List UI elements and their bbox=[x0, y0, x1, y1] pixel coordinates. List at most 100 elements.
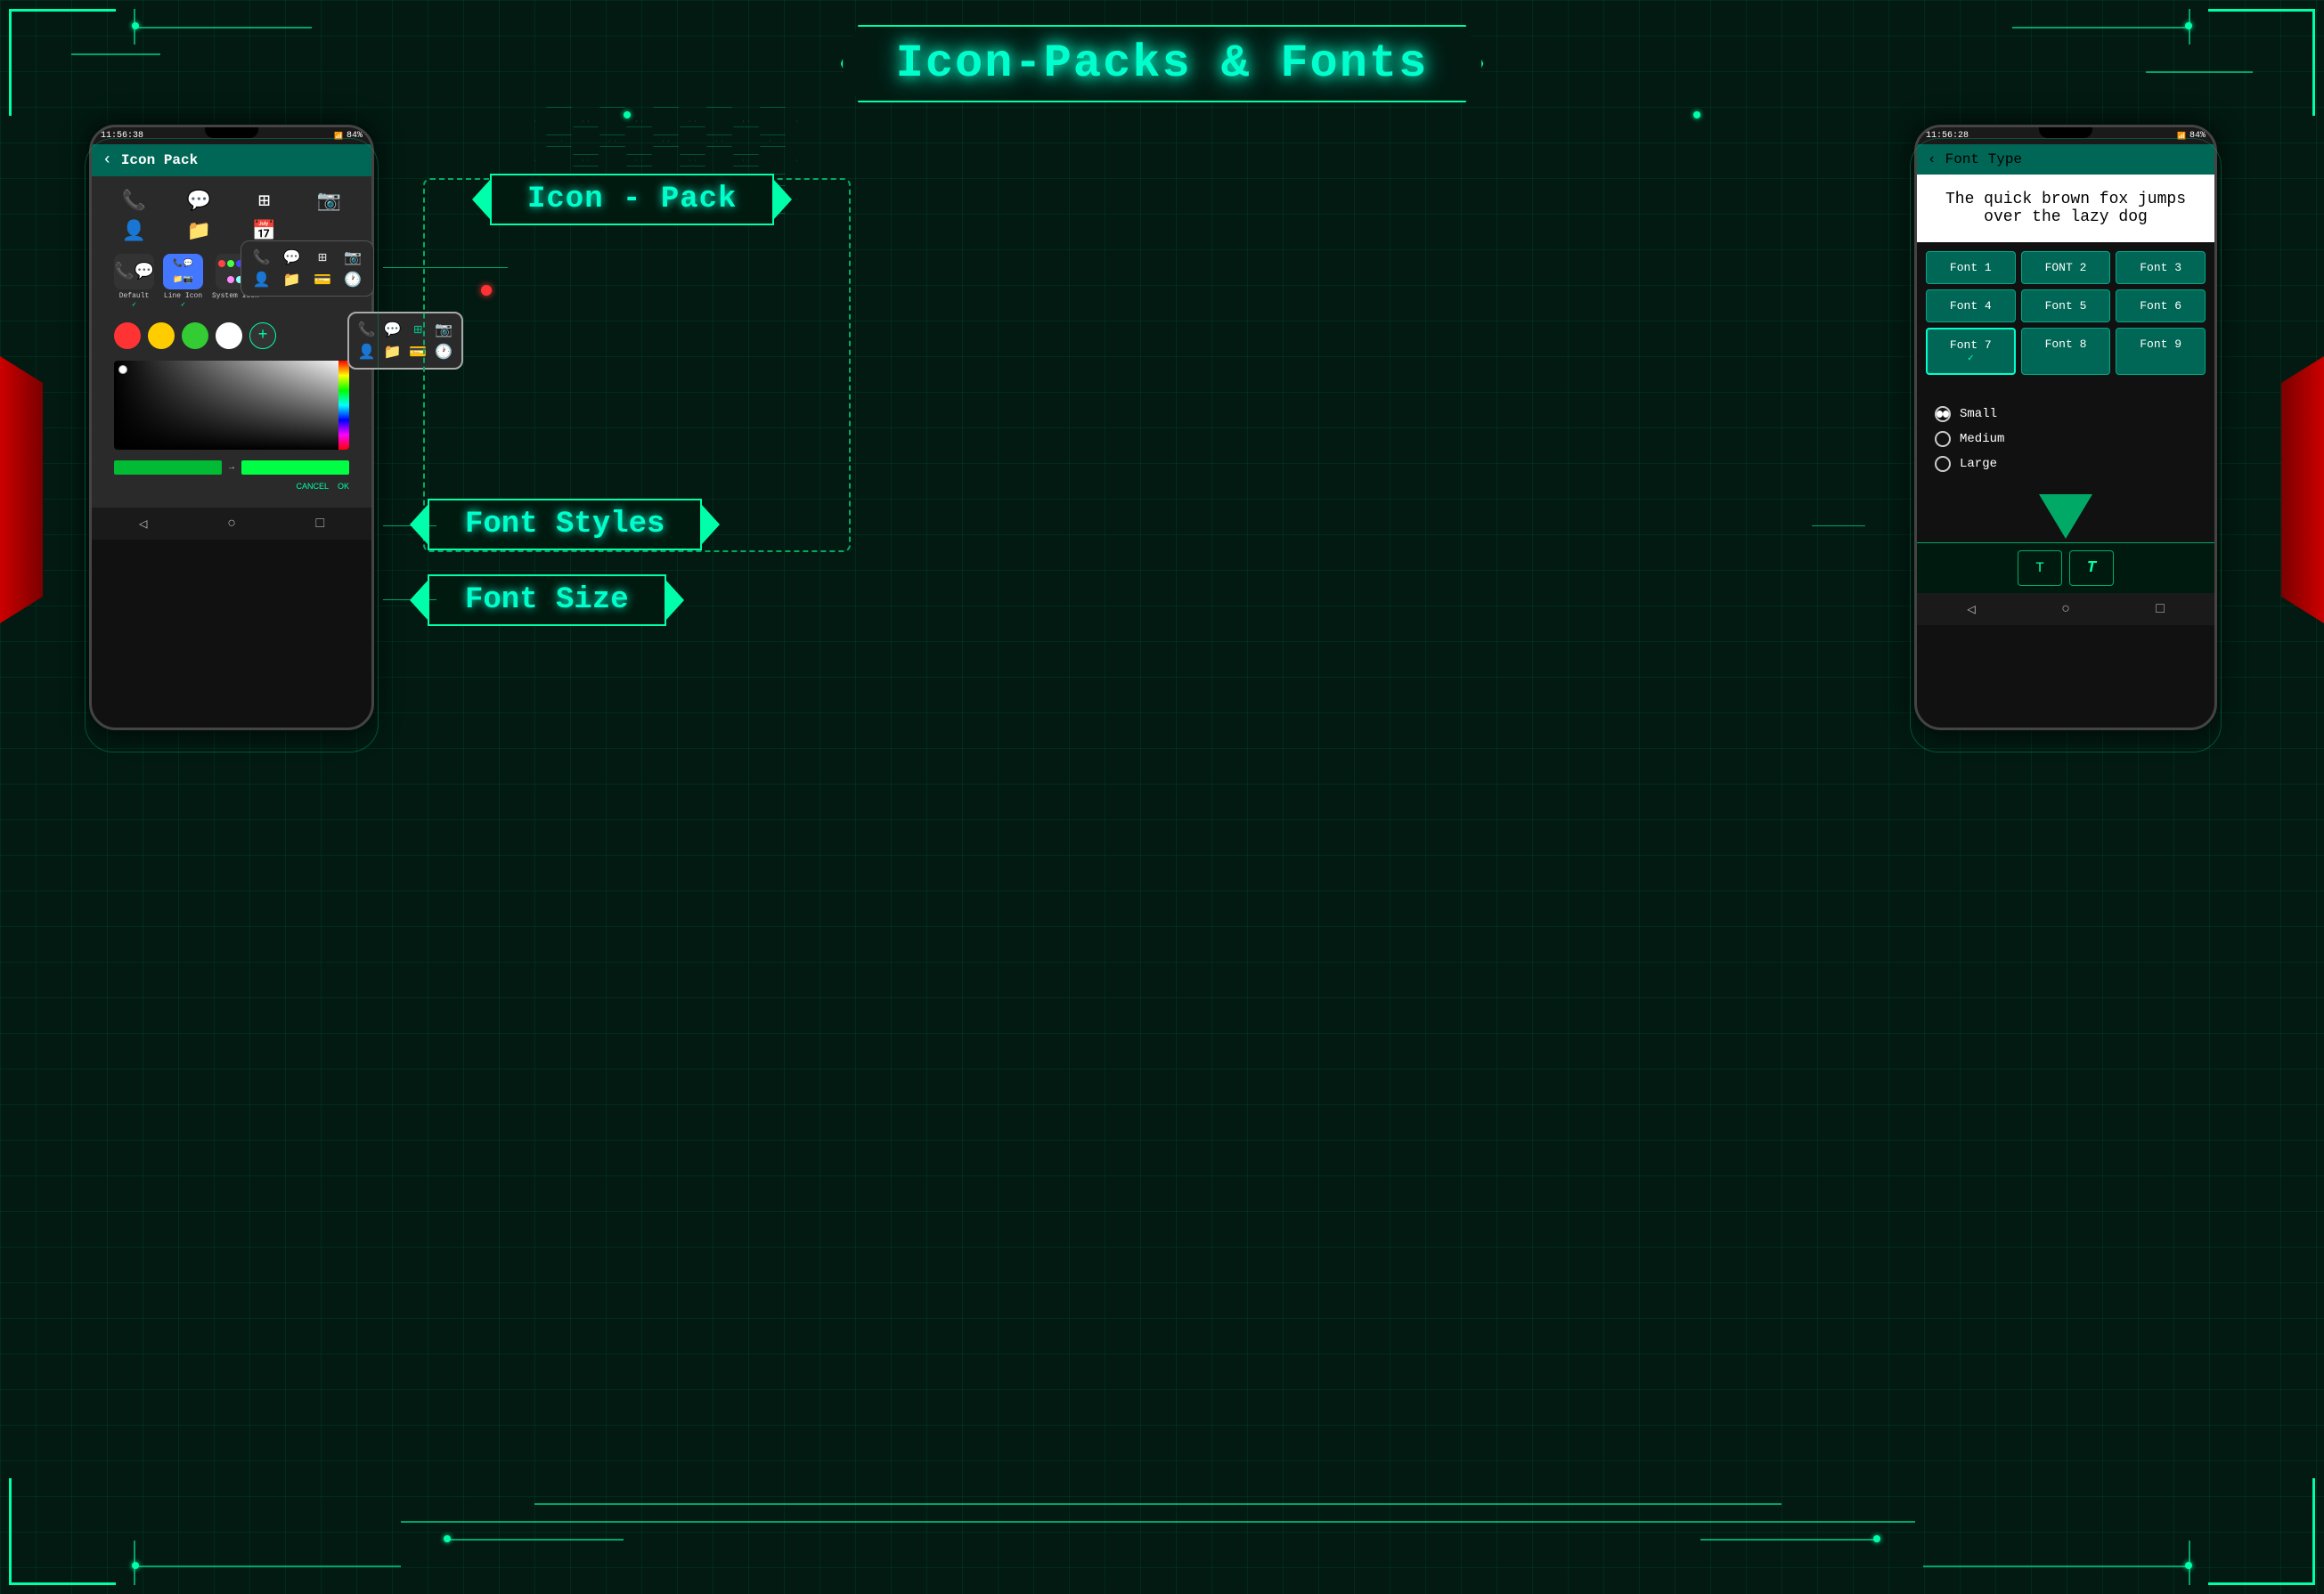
fp2-msg: 💬 bbox=[382, 321, 404, 338]
side-deco-right bbox=[2253, 356, 2324, 623]
fp2-person: 👤 bbox=[356, 343, 378, 361]
color-red[interactable] bbox=[114, 322, 141, 349]
fp-icon-clock: 🕐 bbox=[340, 271, 366, 289]
toolbar-text-icon[interactable]: T bbox=[2018, 550, 2062, 586]
preview-text: The quick brown fox jumps over the lazy … bbox=[1917, 175, 2214, 242]
size-small[interactable]: Small bbox=[1935, 406, 2197, 422]
font-btn-5[interactable]: Font 5 bbox=[2021, 289, 2111, 322]
bottom-toolbar-right: T T bbox=[1917, 542, 2214, 593]
fp-grid-1: 📞 💬 ⊞ 📷 👤 📁 💳 🕐 bbox=[249, 248, 366, 289]
icon-grid-main: 📞 💬 ⊞ 📷 👤 📁 📅 bbox=[105, 190, 358, 243]
nav-home-left[interactable]: ○ bbox=[227, 516, 236, 532]
font-grid: Font 1 FONT 2 Font 3 Font 4 Font 5 Font … bbox=[1917, 242, 2214, 384]
font-styles-banner: Font Styles bbox=[410, 499, 720, 550]
ok-button[interactable]: OK bbox=[338, 482, 349, 491]
font-styles-label: Font Styles bbox=[465, 508, 665, 541]
side-deco-left bbox=[0, 356, 71, 623]
fp2-grid: ⊞ bbox=[408, 321, 429, 338]
circuit-h-2 bbox=[383, 525, 436, 526]
icon-type-default[interactable]: 📞💬 Default ✓ bbox=[114, 254, 154, 309]
status-battery-right: 84% bbox=[2189, 131, 2206, 141]
nav-home-right[interactable]: ○ bbox=[2061, 601, 2070, 617]
icon-sms: 💬 bbox=[170, 190, 228, 213]
dashed-border-1 bbox=[423, 178, 851, 552]
color-picker-area[interactable] bbox=[114, 361, 349, 450]
font-btn-8[interactable]: Font 8 bbox=[2021, 328, 2111, 375]
icon-type-line[interactable]: 📞💬 📁📷 Line Icon ✓ bbox=[163, 254, 203, 309]
phone-left: 11:56:38 📶 84% ‹ Icon Pack 📞 💬 ⊞ 📷 👤 📁 📅… bbox=[89, 125, 374, 730]
icon-pack-banner: Icon - Pack bbox=[472, 174, 792, 225]
radio-medium[interactable] bbox=[1935, 431, 1951, 447]
radio-large[interactable] bbox=[1935, 456, 1951, 472]
main-title-banner: Icon-Packs & Fonts bbox=[841, 25, 1484, 102]
radio-small[interactable] bbox=[1935, 406, 1951, 422]
circuit-h-4 bbox=[1812, 525, 1865, 526]
triangle-down bbox=[2039, 494, 2092, 539]
nav-back-left[interactable]: ◁ bbox=[139, 515, 148, 533]
floating-panel-line-icons: 📞 💬 ⊞ 📷 👤 📁 💳 🕐 bbox=[241, 240, 374, 297]
fp-grid-2: 📞 💬 ⊞ 📷 👤 📁 💳 🕐 bbox=[356, 321, 454, 361]
color-yellow[interactable] bbox=[148, 322, 175, 349]
nav-back-right[interactable]: ◁ bbox=[1967, 600, 1976, 618]
bottom-circuits bbox=[0, 1469, 2324, 1594]
font-btn-2[interactable]: FONT 2 bbox=[2021, 251, 2111, 284]
fp-icon-cam: 📷 bbox=[340, 248, 366, 266]
picker-buttons: CANCEL OK bbox=[105, 478, 358, 494]
icon-type-default-label: Default bbox=[119, 292, 150, 300]
font-btn-4[interactable]: Font 4 bbox=[1926, 289, 2016, 322]
color-white[interactable] bbox=[216, 322, 242, 349]
fp2-wallet: 💳 bbox=[408, 343, 429, 361]
top-bar-title-right: Font Type bbox=[1945, 151, 2022, 167]
phone-app-content: 📞 💬 ⊞ 📷 👤 📁 📅 📞💬 Default ✓ 📞 💬 📁 📷 bbox=[92, 176, 371, 508]
icon-type-line-check: ✓ bbox=[181, 300, 185, 309]
icon-type-line-label: Line Icon bbox=[164, 292, 202, 300]
font-btn-1[interactable]: Font 1 bbox=[1926, 251, 2016, 284]
icon-type-default-check: ✓ bbox=[132, 300, 136, 309]
top-bar-left: ‹ Icon Pack bbox=[92, 144, 371, 176]
font-btn-7[interactable]: Font 7 ✓ bbox=[1926, 328, 2016, 375]
phone-notch-left bbox=[205, 127, 258, 138]
phone-navbar-right: ◁ ○ □ bbox=[1917, 593, 2214, 625]
main-title: Icon-Packs & Fonts bbox=[896, 37, 1429, 90]
size-medium[interactable]: Medium bbox=[1935, 431, 2197, 447]
font-btn-6[interactable]: Font 6 bbox=[2116, 289, 2206, 322]
status-battery-left: 84% bbox=[347, 131, 363, 141]
color-green[interactable] bbox=[182, 322, 208, 349]
fp2-folder: 📁 bbox=[382, 343, 404, 361]
icon-phone: 📞 bbox=[105, 190, 163, 213]
color-preview-current bbox=[114, 460, 222, 475]
status-time-right: 11:56:28 bbox=[1926, 131, 1969, 141]
corner-bottom-left bbox=[9, 1478, 116, 1585]
font-size-options: Small Medium Large bbox=[1917, 384, 2214, 494]
fp2-clock: 🕐 bbox=[433, 343, 454, 361]
corner-top-right bbox=[2208, 9, 2315, 116]
color-arrow: → bbox=[229, 463, 234, 473]
add-color-button[interactable]: + bbox=[249, 322, 276, 349]
phone-navbar-left: ◁ ○ □ bbox=[92, 508, 371, 540]
color-preview-new bbox=[241, 460, 349, 475]
fp-icon-person: 👤 bbox=[249, 271, 274, 289]
icon-files: 📁 bbox=[170, 220, 228, 243]
back-button-right[interactable]: ‹ bbox=[1928, 151, 1937, 167]
nav-recent-left[interactable]: □ bbox=[316, 516, 325, 532]
icon-pack-label: Icon - Pack bbox=[527, 183, 737, 216]
toolbar-font-icon[interactable]: T bbox=[2069, 550, 2114, 586]
color-preview-row: → bbox=[105, 457, 358, 478]
corner-bottom-right bbox=[2208, 1478, 2315, 1585]
circuit-h-1 bbox=[383, 267, 508, 268]
icon-contacts: 👤 bbox=[105, 220, 163, 243]
size-small-label: Small bbox=[1960, 407, 1997, 421]
phone-notch-right bbox=[2039, 127, 2092, 138]
font-btn-3[interactable]: Font 3 bbox=[2116, 251, 2206, 284]
back-button-left[interactable]: ‹ bbox=[102, 151, 112, 169]
font-btn-9[interactable]: Font 9 bbox=[2116, 328, 2206, 375]
fp-icon-msg: 💬 bbox=[279, 248, 305, 266]
corner-top-left bbox=[9, 9, 116, 116]
size-large[interactable]: Large bbox=[1935, 456, 2197, 472]
nav-recent-right[interactable]: □ bbox=[2156, 601, 2165, 617]
size-large-label: Large bbox=[1960, 457, 1997, 471]
circuit-h-3 bbox=[383, 599, 436, 600]
fp-icon-wallet: 💳 bbox=[310, 271, 336, 289]
floating-panel-green-icons: 📞 💬 ⊞ 📷 👤 📁 💳 🕐 bbox=[347, 312, 463, 370]
cancel-button[interactable]: CANCEL bbox=[296, 482, 329, 491]
